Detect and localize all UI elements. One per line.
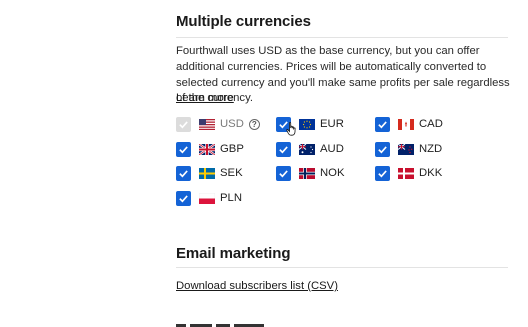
hand-cursor-icon [286, 122, 296, 136]
help-icon[interactable]: ? [248, 118, 260, 130]
se-flag-icon [199, 167, 215, 179]
currency-option-pln[interactable]: PLN [176, 190, 242, 206]
currency-option-gbp[interactable]: GBP [176, 141, 244, 157]
currency-code: SEK [220, 167, 243, 179]
download-subscribers-link[interactable]: Download subscribers list (CSV) [176, 280, 338, 292]
currency-option-cad[interactable]: CAD [375, 116, 443, 132]
pln-checkbox[interactable] [176, 190, 191, 206]
currency-option-aud[interactable]: AUD [276, 141, 344, 157]
nz-flag-icon [398, 143, 414, 155]
section-divider [176, 267, 508, 268]
pl-flag-icon [199, 192, 215, 204]
gbp-checkbox[interactable] [176, 141, 191, 157]
learn-more-link[interactable]: Learn more [176, 92, 234, 104]
aud-checkbox[interactable] [276, 141, 291, 157]
currency-code: CAD [419, 118, 443, 130]
sek-checkbox[interactable] [176, 165, 191, 181]
usd-checkbox[interactable] [176, 116, 191, 132]
truncated-heading [176, 322, 286, 327]
currency-code: DKK [419, 167, 443, 179]
nzd-checkbox[interactable] [375, 141, 390, 157]
currency-code: PLN [220, 192, 242, 204]
us-flag-icon [199, 118, 215, 130]
currency-code: NOK [320, 167, 345, 179]
email-marketing-title: Email marketing [176, 245, 291, 262]
currency-code: NZD [419, 143, 443, 155]
ca-flag-icon [398, 118, 414, 130]
currency-option-nok[interactable]: NOK [276, 165, 344, 181]
currency-code: USD [220, 118, 244, 130]
cad-checkbox[interactable] [375, 116, 390, 132]
currency-option-dkk[interactable]: DKK [375, 165, 442, 181]
currency-option-nzd[interactable]: NZD [375, 141, 442, 157]
currency-option-sek[interactable]: SEK [176, 165, 243, 181]
dk-flag-icon [398, 167, 414, 179]
dkk-checkbox[interactable] [375, 165, 390, 181]
no-flag-icon [299, 167, 315, 179]
currency-code: AUD [320, 143, 344, 155]
nok-checkbox[interactable] [276, 165, 291, 181]
currency-code: EUR [320, 118, 344, 130]
currency-code: GBP [220, 143, 244, 155]
gb-flag-icon [199, 143, 215, 155]
eu-flag-icon [299, 118, 315, 130]
au-flag-icon [299, 143, 315, 155]
section-divider [176, 37, 508, 38]
currencies-title: Multiple currencies [176, 13, 311, 30]
currency-option-usd[interactable]: USD ? [176, 116, 260, 132]
